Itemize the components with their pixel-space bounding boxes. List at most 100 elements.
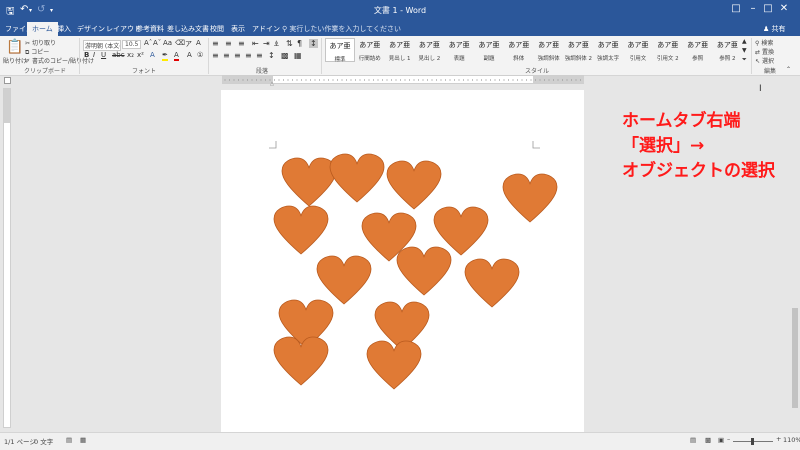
tab-design[interactable]: デザイン: [77, 24, 105, 34]
style-item[interactable]: あア亜 副題: [474, 38, 504, 62]
shading-icon[interactable]: ▩: [281, 51, 289, 60]
borders-icon[interactable]: ▦: [294, 51, 302, 60]
zoom-in-icon[interactable]: +: [776, 435, 781, 443]
style-name: 参照: [692, 56, 704, 62]
heart-shape[interactable]: [273, 205, 329, 255]
align-center-icon[interactable]: ≡: [223, 51, 230, 60]
heart-shape[interactable]: [273, 336, 329, 386]
select-button[interactable]: ↖ 選択: [755, 56, 774, 65]
align-right-icon[interactable]: ≡: [234, 51, 241, 60]
minimize-icon[interactable]: –: [746, 3, 760, 14]
decrease-indent-icon[interactable]: ⇤: [252, 39, 259, 48]
style-item[interactable]: あア亜 引用文: [623, 38, 653, 62]
grow-font-icon[interactable]: Aˆ: [144, 39, 152, 47]
tab-view[interactable]: 表示: [231, 24, 245, 34]
asian-layout-icon[interactable]: ⍎: [274, 39, 279, 49]
styles-scroll-up-icon[interactable]: ▲: [742, 38, 747, 45]
increase-indent-icon[interactable]: ⇥: [263, 39, 270, 48]
paste-button[interactable]: 貼り付け: [3, 56, 27, 65]
style-item[interactable]: あア亜 強調斜体 2: [563, 38, 593, 62]
heart-shape[interactable]: [464, 258, 520, 308]
tab-mailings[interactable]: 差し込み文書: [167, 24, 209, 34]
heart-shape[interactable]: [329, 153, 385, 203]
close-icon[interactable]: ✕: [777, 3, 791, 14]
show-marks-icon[interactable]: ¶: [297, 39, 302, 48]
clear-format-icon[interactable]: ⌫: [175, 39, 185, 47]
styles-more-icon[interactable]: ⏷: [742, 56, 747, 64]
find-button[interactable]: ⚲ 検索: [755, 38, 773, 47]
zoom-level[interactable]: 110%: [783, 436, 800, 444]
ribbon-options-icon[interactable]: □: [729, 3, 743, 14]
bold-icon[interactable]: B: [84, 51, 89, 59]
style-item[interactable]: あア亜 表題: [444, 38, 474, 62]
tab-review[interactable]: 校閲: [210, 24, 224, 34]
styles-scroll-down-icon[interactable]: ▼: [742, 47, 747, 54]
collapse-ribbon-icon[interactable]: ⌃: [786, 66, 791, 73]
tab-addins[interactable]: アドイン: [252, 24, 280, 34]
heart-shape[interactable]: [386, 160, 442, 210]
enclose-char-icon[interactable]: ①: [197, 51, 203, 59]
align-left-icon[interactable]: ≡: [212, 51, 219, 60]
bullets-icon[interactable]: ≡: [212, 39, 219, 48]
heart-shape[interactable]: [366, 340, 422, 390]
style-item[interactable]: あア亜 行間詰め: [355, 38, 385, 62]
font-name-select[interactable]: 游明朝 (本文のフォント: [83, 40, 121, 51]
style-item[interactable]: あア亜 斜体: [504, 38, 534, 62]
char-shading-icon[interactable]: A: [187, 51, 192, 59]
tab-home[interactable]: ホーム: [27, 22, 58, 36]
tab-references[interactable]: 参考資料: [136, 24, 164, 34]
web-layout-icon[interactable]: ▣: [718, 436, 724, 444]
subscript-icon[interactable]: x₂: [127, 51, 134, 59]
heart-shape[interactable]: [396, 246, 452, 296]
vertical-scrollbar[interactable]: [791, 88, 799, 431]
print-layout-icon[interactable]: ▩: [705, 436, 711, 444]
zoom-out-icon[interactable]: –: [727, 435, 730, 443]
style-item[interactable]: あア亜 標準: [325, 38, 355, 63]
shrink-font-icon[interactable]: Aˇ: [153, 39, 161, 47]
italic-icon[interactable]: I: [93, 51, 95, 59]
text-direction-icon[interactable]: ↕: [309, 39, 318, 48]
style-item[interactable]: あア亜 見出し 2: [414, 38, 444, 62]
heart-shape[interactable]: [281, 157, 337, 207]
proofing-icon[interactable]: ▤: [66, 436, 72, 444]
zoom-slider-thumb[interactable]: [751, 438, 754, 445]
page-count[interactable]: 1/1 ページ: [4, 436, 36, 446]
style-item[interactable]: あア亜 強調斜体: [534, 38, 564, 62]
font-size-select[interactable]: 10.5: [122, 40, 142, 49]
tab-insert[interactable]: 挿入: [57, 24, 71, 34]
scrollbar-thumb[interactable]: [792, 308, 798, 408]
document-page[interactable]: [221, 90, 584, 432]
word-count[interactable]: 0 文字: [34, 436, 53, 446]
phonetic-guide-icon[interactable]: ア: [185, 39, 192, 49]
style-item[interactable]: あア亜 参照: [683, 38, 713, 62]
replace-button[interactable]: ⇄ 置換: [755, 47, 774, 56]
share-button[interactable]: ♟ 共有: [763, 24, 786, 34]
tab-selector[interactable]: [4, 77, 11, 84]
maximize-icon[interactable]: □: [761, 3, 775, 14]
heart-shape[interactable]: [502, 173, 558, 223]
change-case-icon[interactable]: Aa: [163, 39, 172, 47]
text-effects-icon[interactable]: A: [150, 51, 155, 59]
superscript-icon[interactable]: x²: [137, 51, 144, 59]
cut-button[interactable]: ✂ 切り取り: [25, 38, 56, 47]
heart-shape[interactable]: [316, 255, 372, 305]
strikethrough-icon[interactable]: abc: [112, 51, 125, 59]
line-spacing-icon[interactable]: ↕: [268, 51, 275, 60]
clipboard-icon[interactable]: 📋: [6, 39, 23, 55]
style-item[interactable]: あア亜 見出し 1: [385, 38, 415, 62]
multilevel-list-icon[interactable]: ≡: [238, 39, 245, 48]
char-border-icon[interactable]: A: [196, 39, 201, 47]
macro-icon[interactable]: ▦: [80, 436, 86, 444]
sort-icon[interactable]: ⇅: [286, 39, 293, 48]
style-item[interactable]: あア亜 参照 2: [712, 38, 742, 62]
font-color-icon[interactable]: A: [174, 51, 179, 61]
tell-me-input[interactable]: ⚲ 実行したい作業を入力してください: [282, 24, 401, 34]
read-mode-icon[interactable]: ▤: [690, 436, 696, 444]
highlight-icon[interactable]: ✒: [162, 51, 168, 61]
style-item[interactable]: あア亜 強調太字: [593, 38, 623, 62]
style-item[interactable]: あア亜 引用文 2: [653, 38, 683, 62]
distributed-icon[interactable]: ≡: [256, 51, 263, 60]
justify-icon[interactable]: ≡: [245, 51, 252, 60]
numbering-icon[interactable]: ≡: [225, 39, 232, 48]
underline-icon[interactable]: U: [101, 51, 106, 59]
